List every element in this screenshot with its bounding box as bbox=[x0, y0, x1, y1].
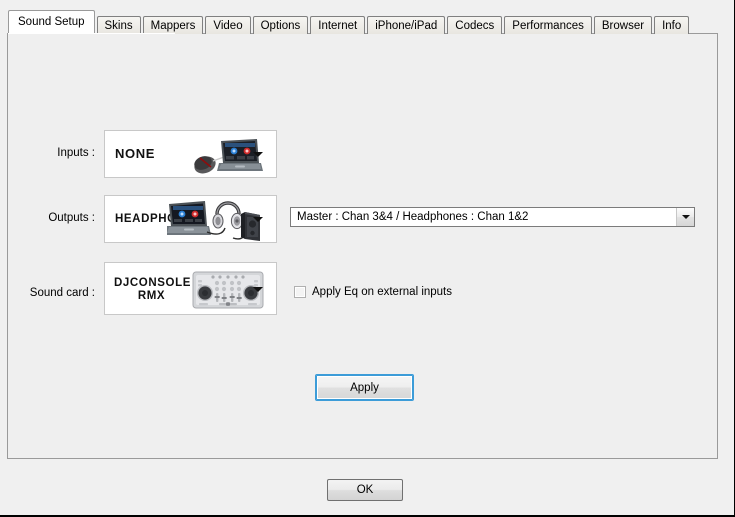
tab-browser[interactable]: Browser bbox=[593, 16, 653, 34]
tab-label: Info bbox=[662, 20, 682, 32]
ok-button[interactable]: OK bbox=[327, 479, 403, 501]
laptop-mouse-icon bbox=[191, 137, 263, 177]
tab-label: Mappers bbox=[150, 20, 196, 32]
settings-window: Sound Setup Skins Mappers Video Options … bbox=[0, 0, 735, 517]
ok-button-label: OK bbox=[356, 484, 374, 496]
apply-eq-checkbox-box[interactable] bbox=[294, 286, 306, 298]
tab-codecs[interactable]: Codecs bbox=[447, 16, 503, 34]
active-tab-seam bbox=[8, 33, 175, 34]
tab-video[interactable]: Video bbox=[205, 16, 251, 34]
sound-card-value-line1: DJCONSOLE bbox=[114, 277, 191, 289]
tab-info[interactable]: Info bbox=[654, 16, 690, 34]
inputs-label: Inputs : bbox=[57, 147, 95, 159]
tab-label: Internet bbox=[318, 20, 358, 32]
sound-card-dropdown-arrow-icon[interactable] bbox=[253, 286, 263, 292]
apply-button[interactable]: Apply bbox=[315, 374, 414, 401]
inputs-dropdown-arrow-icon[interactable] bbox=[253, 152, 263, 157]
tab-label: Performances bbox=[512, 20, 584, 32]
inputs-device-value: NONE bbox=[115, 146, 155, 161]
tab-label: Video bbox=[213, 20, 243, 32]
tab-label: Codecs bbox=[455, 20, 495, 32]
settings-tabstrip[interactable]: Sound Setup Skins Mappers Video Options … bbox=[7, 10, 691, 34]
channel-mapping-dropdown-arrow-icon[interactable] bbox=[676, 208, 694, 226]
tab-skins[interactable]: Skins bbox=[96, 16, 141, 34]
tab-sound-setup[interactable]: Sound Setup bbox=[8, 10, 95, 34]
sound-card-combobox[interactable]: DJCONSOLE RMX bbox=[104, 262, 277, 315]
laptop-headphones-speaker-icon bbox=[165, 198, 263, 242]
channel-mapping-combobox[interactable]: Master : Chan 3&4 / Headphones : Chan 1&… bbox=[290, 207, 695, 227]
outputs-dropdown-arrow-icon[interactable] bbox=[253, 217, 263, 222]
tab-label: Sound Setup bbox=[18, 16, 85, 28]
tab-iphone-ipad[interactable]: iPhone/iPad bbox=[367, 16, 446, 34]
outputs-device-combobox[interactable]: HEADPHONES bbox=[104, 195, 277, 243]
outputs-label: Outputs : bbox=[48, 212, 95, 224]
tab-label: Browser bbox=[601, 20, 645, 32]
tab-mappers[interactable]: Mappers bbox=[142, 16, 204, 34]
sound-card-value-line2: RMX bbox=[137, 290, 166, 303]
channel-mapping-value: Master : Chan 3&4 / Headphones : Chan 1&… bbox=[297, 211, 529, 223]
apply-eq-checkbox-label: Apply Eq on external inputs bbox=[312, 286, 453, 298]
inputs-device-combobox[interactable]: NONE bbox=[104, 130, 277, 178]
tab-label: iPhone/iPad bbox=[375, 20, 438, 32]
tab-label: Options bbox=[260, 20, 301, 32]
tab-performances[interactable]: Performances bbox=[504, 16, 592, 34]
apply-button-label: Apply bbox=[350, 381, 379, 394]
tab-options[interactable]: Options bbox=[252, 16, 309, 34]
apply-eq-checkbox[interactable]: Apply Eq on external inputs bbox=[294, 286, 452, 298]
sound-card-label: Sound card : bbox=[29, 287, 95, 299]
tab-internet[interactable]: Internet bbox=[310, 16, 366, 34]
tab-label: Skins bbox=[104, 20, 133, 32]
